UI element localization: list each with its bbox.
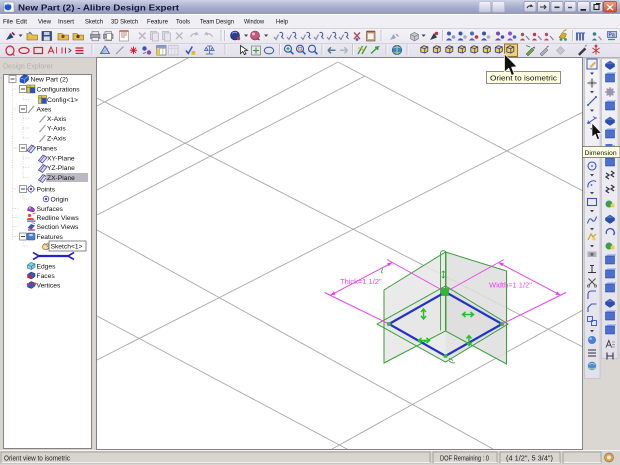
svg-text:New Part (2): New Part (2): [31, 77, 69, 84]
svg-text:Window: Window: [244, 19, 264, 26]
svg-text:Width=1 1/2": Width=1 1/2": [489, 281, 532, 290]
svg-text:Origin: Origin: [51, 197, 69, 204]
svg-text:Y-Axis: Y-Axis: [47, 126, 66, 133]
svg-text:Thick=1 1/2": Thick=1 1/2": [340, 277, 382, 286]
svg-text:Pa: Pa: [609, 33, 615, 39]
svg-text:Section Views: Section Views: [37, 224, 80, 231]
svg-text:X-Axis: X-Axis: [47, 116, 67, 123]
svg-text:Team Design: Team Design: [200, 19, 234, 26]
svg-text:Help: Help: [276, 19, 288, 26]
svg-text:Dimension: Dimension: [585, 150, 617, 157]
svg-text:Edges: Edges: [37, 264, 57, 271]
svg-text:Insert: Insert: [58, 19, 74, 26]
svg-text:Z-Axis: Z-Axis: [47, 136, 67, 143]
svg-text:Features: Features: [37, 234, 64, 241]
svg-text:Sketch: Sketch: [85, 19, 103, 26]
svg-text:Points: Points: [37, 187, 56, 194]
svg-text:Tools: Tools: [176, 19, 191, 26]
svg-text:XY-Plane: XY-Plane: [47, 156, 75, 163]
svg-text:Feature: Feature: [147, 19, 168, 26]
svg-text:ZX-Plane: ZX-Plane: [47, 175, 75, 182]
svg-text:Redline Views: Redline Views: [37, 215, 80, 222]
svg-text:Orient to isometric: Orient to isometric: [490, 76, 558, 83]
svg-text:Sketch<1>: Sketch<1>: [51, 244, 83, 251]
svg-text:Planes: Planes: [37, 146, 58, 153]
svg-text:Configurations: Configurations: [37, 87, 81, 94]
svg-text:View: View: [38, 19, 51, 26]
svg-text:New Part (2) - Alibre Design E: New Part (2) - Alibre Design Expert: [18, 4, 180, 13]
svg-text:Faces: Faces: [37, 273, 56, 280]
svg-text:Vertices: Vertices: [37, 283, 61, 290]
svg-text:YZ-Plane: YZ-Plane: [47, 165, 75, 172]
svg-text:3D Sketch: 3D Sketch: [111, 19, 138, 26]
svg-text:Orient view to isometric: Orient view to isometric: [4, 456, 70, 463]
svg-text:(4 1/2", 5 3/4"): (4 1/2", 5 3/4"): [506, 456, 553, 463]
svg-text:Design Explorer: Design Explorer: [3, 64, 53, 71]
svg-text:DOF Remaining : 0: DOF Remaining : 0: [440, 456, 489, 463]
svg-text:File: File: [3, 19, 13, 26]
svg-text:Surfaces: Surfaces: [37, 206, 64, 213]
svg-text:Config<1>: Config<1>: [47, 97, 78, 104]
svg-text:Axes: Axes: [37, 107, 53, 114]
svg-text:Edit: Edit: [16, 19, 27, 26]
